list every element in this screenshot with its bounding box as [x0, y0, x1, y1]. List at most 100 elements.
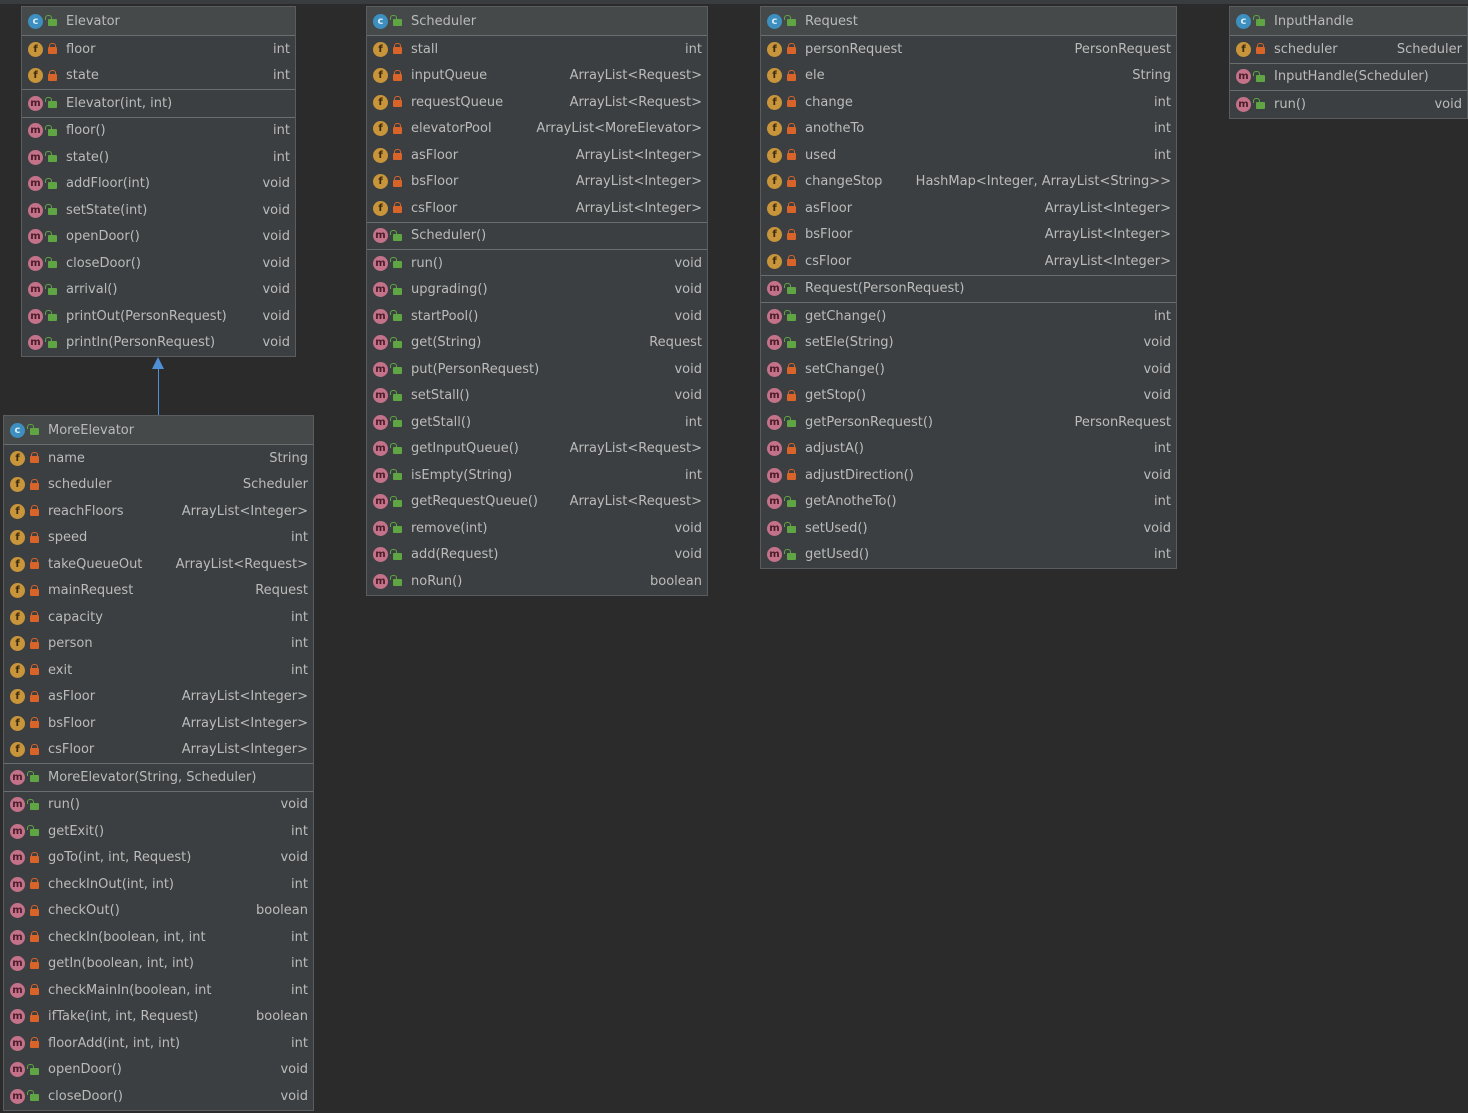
method-row[interactable]: m put(PersonRequest) void [367, 356, 707, 383]
class-header[interactable]: c Request [761, 7, 1176, 36]
field-row[interactable]: f changeStop HashMap<Integer, ArrayList<… [761, 169, 1176, 196]
field-row[interactable]: f csFloor ArrayList<Integer> [367, 195, 707, 222]
method-row[interactable]: m getInputQueue() ArrayList<Request> [367, 436, 707, 463]
private-visibility-icon [30, 904, 39, 916]
class-box-scheduler[interactable]: c Scheduler f stall int f inputQueue Array… [366, 6, 708, 596]
field-row[interactable]: f takeQueueOut ArrayList<Request> [4, 551, 313, 578]
method-row[interactable]: m ifTake(int, int, Request) boolean [4, 1004, 313, 1031]
method-row[interactable]: m checkInOut(int, int) int [4, 871, 313, 898]
method-row[interactable]: m checkOut() boolean [4, 898, 313, 925]
method-row[interactable]: m floor() int [22, 118, 295, 145]
method-row[interactable]: m checkMainIn(boolean, int int [4, 977, 313, 1004]
method-row[interactable]: m getAnotheTo() int [761, 489, 1176, 516]
field-row[interactable]: f bsFloor ArrayList<Integer> [4, 710, 313, 737]
field-row[interactable]: f personRequest PersonRequest [761, 36, 1176, 63]
field-row[interactable]: f exit int [4, 657, 313, 684]
method-row[interactable]: m getIn(boolean, int, int) int [4, 951, 313, 978]
field-row[interactable]: f reachFloors ArrayList<Integer> [4, 498, 313, 525]
field-row[interactable]: f bsFloor ArrayList<Integer> [761, 222, 1176, 249]
field-name: stall [411, 41, 439, 57]
field-row[interactable]: f inputQueue ArrayList<Request> [367, 63, 707, 90]
public-visibility-icon [784, 336, 796, 348]
method-row[interactable]: m startPool() void [367, 303, 707, 330]
field-row[interactable]: f asFloor ArrayList<Integer> [367, 142, 707, 169]
method-row[interactable]: m run() void [4, 792, 313, 819]
constructor-row[interactable]: m Elevator(int, int) [22, 90, 295, 117]
field-icon: f [10, 742, 25, 758]
constructor-row[interactable]: m InputHandle(Scheduler) [1230, 64, 1467, 91]
method-row[interactable]: m isEmpty(String) int [367, 462, 707, 489]
method-row[interactable]: m adjustDirection() void [761, 462, 1176, 489]
method-row[interactable]: m closeDoor() void [4, 1083, 313, 1110]
method-row[interactable]: m run() void [1230, 91, 1467, 118]
method-row[interactable]: m addFloor(int) void [22, 171, 295, 198]
field-row[interactable]: f person int [4, 631, 313, 658]
method-row[interactable]: m add(Request) void [367, 542, 707, 569]
field-row[interactable]: f speed int [4, 525, 313, 552]
method-row[interactable]: m getChange() int [761, 303, 1176, 330]
class-box-more-elevator[interactable]: c MoreElevator f name String f scheduler S… [3, 415, 314, 1111]
method-row[interactable]: m getStall() int [367, 409, 707, 436]
constructor-row[interactable]: m Request(PersonRequest) [761, 276, 1176, 303]
field-row[interactable]: f anotheTo int [761, 116, 1176, 143]
field-row[interactable]: f mainRequest Request [4, 578, 313, 605]
method-row[interactable]: m getPersonRequest() PersonRequest [761, 409, 1176, 436]
class-box-request[interactable]: c Request f personRequest PersonRequest f … [760, 6, 1177, 569]
field-row[interactable]: f state int [22, 63, 295, 90]
method-row[interactable]: m state() int [22, 144, 295, 171]
field-row[interactable]: f change int [761, 89, 1176, 116]
public-visibility-icon [27, 1063, 39, 1075]
constructor-row[interactable]: m MoreElevator(String, Scheduler) [4, 764, 313, 791]
field-row[interactable]: f asFloor ArrayList<Integer> [4, 684, 313, 711]
field-row[interactable]: f name String [4, 445, 313, 472]
method-row[interactable]: m goTo(int, int, Request) void [4, 845, 313, 872]
field-row[interactable]: f csFloor ArrayList<Integer> [761, 248, 1176, 275]
field-row[interactable]: f scheduler Scheduler [4, 472, 313, 499]
class-box-elevator[interactable]: c Elevator f floor int f state int m Elevat… [21, 6, 296, 357]
field-row[interactable]: f csFloor ArrayList<Integer> [4, 737, 313, 764]
method-row[interactable]: m run() void [367, 250, 707, 277]
field-row[interactable]: f requestQueue ArrayList<Request> [367, 89, 707, 116]
method-row[interactable]: m checkIn(boolean, int, int int [4, 924, 313, 951]
field-row[interactable]: f stall int [367, 36, 707, 63]
method-row[interactable]: m getRequestQueue() ArrayList<Request> [367, 489, 707, 516]
field-type: int [291, 636, 308, 652]
method-row[interactable]: m openDoor() void [22, 224, 295, 251]
method-row[interactable]: m setState(int) void [22, 197, 295, 224]
class-header[interactable]: c MoreElevator [4, 416, 313, 445]
method-row[interactable]: m setStall() void [367, 383, 707, 410]
field-type: int [1154, 121, 1171, 137]
method-row[interactable]: m getStop() void [761, 383, 1176, 410]
method-row[interactable]: m get(String) Request [367, 330, 707, 357]
field-row[interactable]: f used int [761, 142, 1176, 169]
inheritance-arrow-line [158, 368, 159, 415]
method-row[interactable]: m floorAdd(int, int, int) int [4, 1030, 313, 1057]
method-row[interactable]: m getExit() int [4, 818, 313, 845]
field-row[interactable]: f floor int [22, 36, 295, 63]
method-row[interactable]: m printOut(PersonRequest) void [22, 303, 295, 330]
method-row[interactable]: m noRun() boolean [367, 568, 707, 595]
field-row[interactable]: f ele String [761, 63, 1176, 90]
constructor-row[interactable]: m Scheduler() [367, 223, 707, 250]
class-header[interactable]: c Scheduler [367, 7, 707, 36]
method-row[interactable]: m upgrading() void [367, 277, 707, 304]
field-row[interactable]: f capacity int [4, 604, 313, 631]
field-row[interactable]: f asFloor ArrayList<Integer> [761, 195, 1176, 222]
class-header[interactable]: c Elevator [22, 7, 295, 36]
field-row[interactable]: f elevatorPool ArrayList<MoreElevator> [367, 116, 707, 143]
method-row[interactable]: m setUsed() void [761, 515, 1176, 542]
method-row[interactable]: m openDoor() void [4, 1057, 313, 1084]
method-row[interactable]: m getUsed() int [761, 542, 1176, 569]
method-row[interactable]: m println(PersonRequest) void [22, 330, 295, 357]
method-row[interactable]: m arrival() void [22, 277, 295, 304]
class-header[interactable]: c InputHandle [1230, 7, 1467, 36]
method-type: void [1143, 335, 1171, 351]
method-row[interactable]: m setEle(String) void [761, 330, 1176, 357]
method-row[interactable]: m closeDoor() void [22, 250, 295, 277]
field-row[interactable]: f scheduler Scheduler [1230, 36, 1467, 63]
class-box-input-handle[interactable]: c InputHandle f scheduler Scheduler m Inpu… [1229, 6, 1468, 119]
method-row[interactable]: m remove(int) void [367, 515, 707, 542]
method-row[interactable]: m adjustA() int [761, 436, 1176, 463]
method-row[interactable]: m setChange() void [761, 356, 1176, 383]
field-row[interactable]: f bsFloor ArrayList<Integer> [367, 169, 707, 196]
